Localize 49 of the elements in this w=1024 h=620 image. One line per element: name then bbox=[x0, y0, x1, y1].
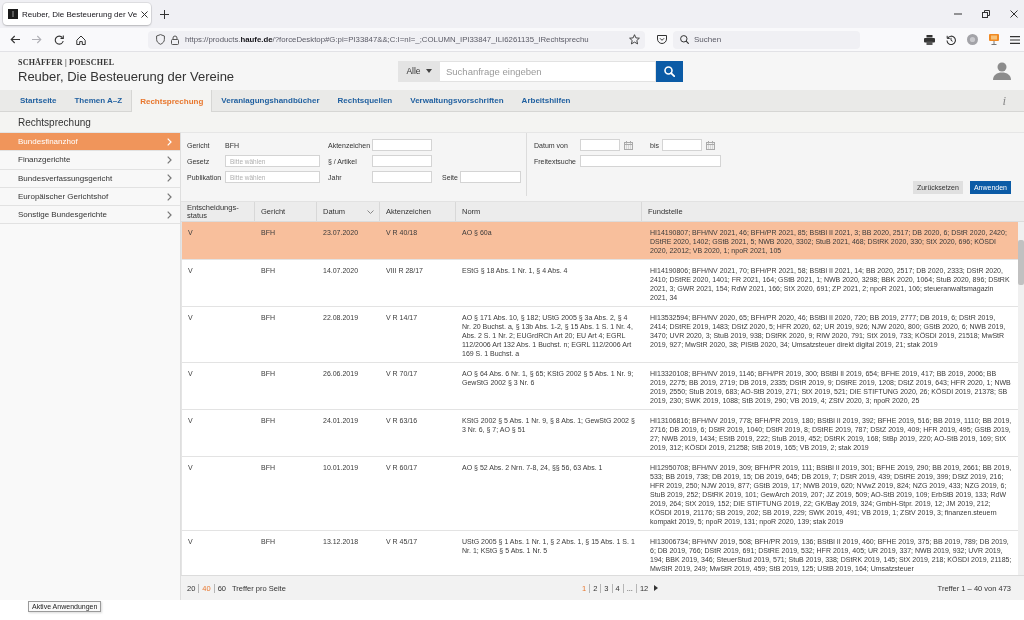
search-icon bbox=[664, 65, 675, 77]
search-input[interactable]: Suchanfrage eingeben bbox=[440, 60, 656, 82]
arrow-left-icon[interactable] bbox=[10, 35, 20, 44]
circle-icon[interactable] bbox=[967, 34, 978, 45]
nav-tab[interactable]: Arbeitshilfen bbox=[512, 90, 580, 111]
lock-icon bbox=[171, 34, 179, 45]
text-input[interactable] bbox=[580, 155, 721, 167]
shield-icon bbox=[156, 34, 165, 45]
menu-icon[interactable] bbox=[1010, 35, 1020, 44]
product-title: Reuber, Die Besteuerung der Vereine bbox=[18, 69, 235, 84]
home-icon[interactable] bbox=[76, 34, 86, 45]
reload-icon[interactable] bbox=[54, 34, 64, 45]
restore-icon[interactable] bbox=[982, 10, 990, 18]
section-title: Rechtsprechung bbox=[18, 116, 91, 128]
search-button[interactable] bbox=[656, 60, 683, 82]
text-input[interactable] bbox=[372, 139, 432, 151]
history-icon[interactable] bbox=[946, 34, 956, 45]
user-icon[interactable] bbox=[993, 62, 1011, 80]
printer-icon[interactable] bbox=[924, 34, 935, 45]
nav-tab[interactable]: Verwaltungsvorschriften bbox=[401, 90, 513, 111]
date-input[interactable] bbox=[662, 139, 702, 151]
browser-tab[interactable]: Reuber, Die Besteuerung der Ve bbox=[3, 3, 151, 25]
close-icon[interactable] bbox=[1010, 10, 1018, 18]
logo-icon bbox=[8, 9, 18, 19]
nav-tab[interactable]: Startseite bbox=[11, 90, 66, 111]
close-icon[interactable] bbox=[141, 10, 149, 18]
star-icon[interactable] bbox=[629, 34, 640, 45]
search-icon bbox=[680, 35, 689, 44]
text-input[interactable] bbox=[372, 171, 432, 183]
triangle-right-icon[interactable] bbox=[654, 585, 659, 591]
date-input[interactable] bbox=[580, 139, 620, 151]
search-field[interactable]: Suchen bbox=[673, 30, 860, 49]
calendar-icon[interactable] bbox=[624, 140, 633, 150]
scope-dropdown[interactable]: Alle bbox=[398, 60, 440, 82]
plus-icon[interactable] bbox=[160, 9, 169, 19]
publisher-logo: SCHÄFFER | POESCHEL bbox=[18, 58, 115, 67]
nav-tab[interactable]: Rechtsquellen bbox=[328, 90, 402, 111]
nav-tab[interactable]: Veranlagungshandbücher bbox=[212, 90, 329, 111]
pocket-icon[interactable] bbox=[657, 35, 667, 44]
scrollbar-thumb[interactable] bbox=[1018, 240, 1024, 285]
text-input[interactable] bbox=[460, 171, 521, 183]
arrow-right-icon[interactable] bbox=[32, 35, 42, 44]
nav-tab[interactable]: Themen A–Z bbox=[65, 90, 132, 111]
text-input[interactable] bbox=[372, 155, 432, 167]
monitor-icon[interactable] bbox=[989, 34, 999, 45]
table-row[interactable] bbox=[182, 222, 1018, 260]
caret-icon[interactable] bbox=[367, 209, 374, 214]
caret-icon bbox=[425, 69, 432, 73]
calendar-icon[interactable] bbox=[706, 140, 715, 150]
